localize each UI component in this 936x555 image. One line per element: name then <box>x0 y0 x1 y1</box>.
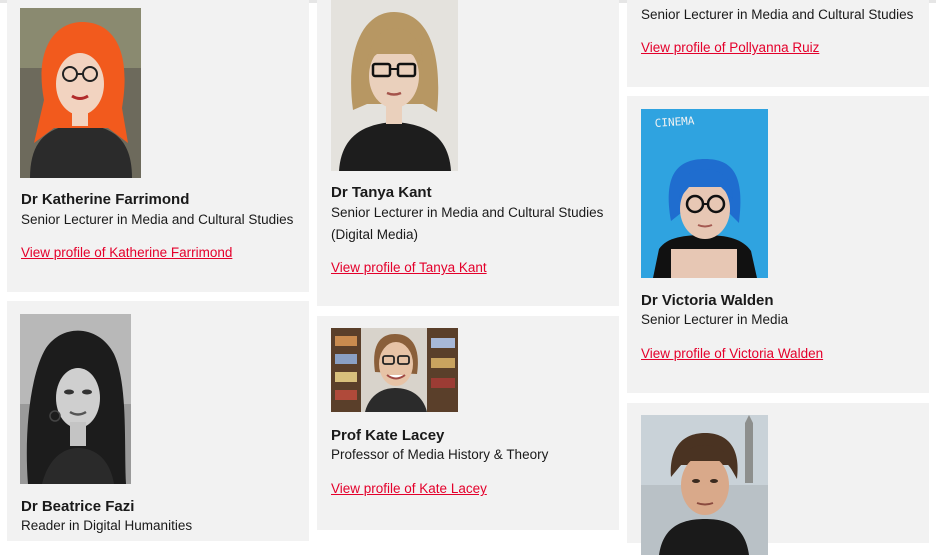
view-profile-link[interactable]: View profile of Tanya Kant <box>331 260 487 275</box>
profile-photo <box>641 415 768 555</box>
profile-photo: CINEMA <box>641 109 768 278</box>
profile-card-pollyanna-ruiz: Senior Lecturer in Media and Cultural St… <box>627 0 929 87</box>
profile-photo <box>331 328 458 412</box>
profile-name: Dr Tanya Kant <box>331 184 432 201</box>
profile-role: Senior Lecturer in Media and Cultural St… <box>331 205 604 242</box>
profile-photo <box>331 0 458 171</box>
profile-photo <box>20 8 141 178</box>
profile-name: Prof Kate Lacey <box>331 427 445 444</box>
profile-role: Reader in Digital Humanities <box>21 518 193 533</box>
profile-card-partial <box>627 403 929 555</box>
view-profile-link[interactable]: View profile of Katherine Farrimond <box>21 245 232 260</box>
profile-card-beatrice-fazi: Dr Beatrice Fazi Reader in Digital Human… <box>7 301 309 541</box>
view-profile-link[interactable]: View profile of Pollyanna Ruiz <box>641 40 819 55</box>
profile-name: Dr Victoria Walden <box>641 292 774 309</box>
profile-role: Senior Lecturer in Media and Cultural St… <box>641 7 914 22</box>
profile-role: Senior Lecturer in Media <box>641 312 789 327</box>
profile-card-kate-lacey: Prof Kate Lacey Professor of Media Histo… <box>317 316 619 530</box>
view-profile-link[interactable]: View profile of Kate Lacey <box>331 481 487 496</box>
profile-card-katherine-farrimond: Dr Katherine Farrimond Senior Lecturer i… <box>7 0 309 292</box>
profile-photo <box>20 314 131 484</box>
profile-role: Senior Lecturer in Media and Cultural St… <box>21 212 294 227</box>
profile-name: Dr Beatrice Fazi <box>21 498 135 515</box>
profile-card-tanya-kant: Dr Tanya Kant Senior Lecturer in Media a… <box>317 0 619 306</box>
profile-card-victoria-walden: CINEMA Dr Victoria Walden Senior Lecture… <box>627 96 929 393</box>
profile-name: Dr Katherine Farrimond <box>21 191 190 208</box>
view-profile-link[interactable]: View profile of Victoria Walden <box>641 346 823 361</box>
profile-role: Professor of Media History & Theory <box>331 447 549 462</box>
